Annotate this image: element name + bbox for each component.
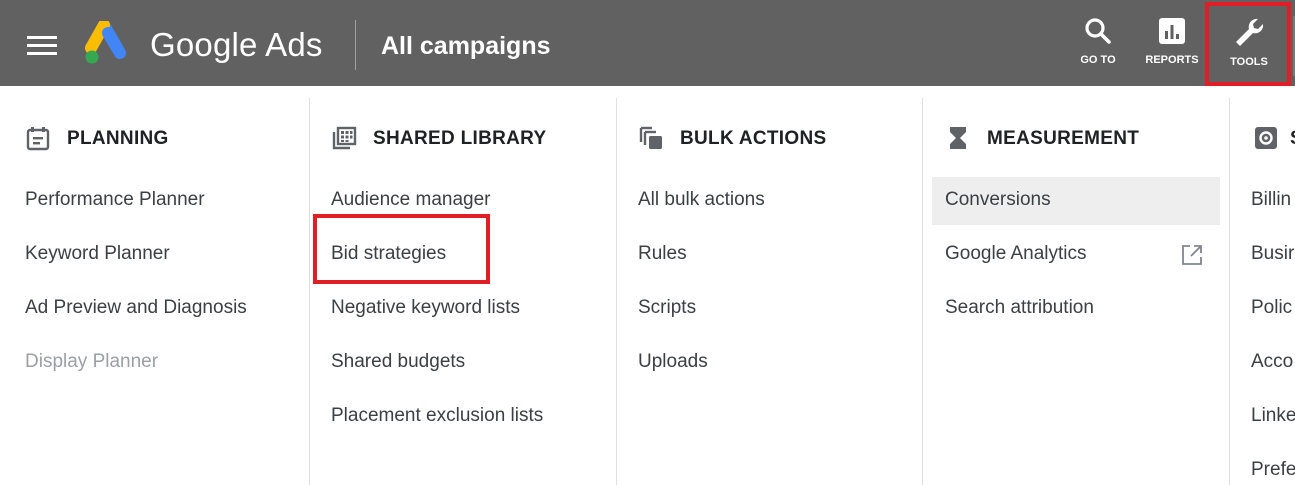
external-link-icon: [1182, 245, 1202, 265]
copy-stack-icon: [639, 126, 662, 149]
column-divider: [616, 98, 617, 485]
planning-title: PLANNING: [67, 128, 169, 149]
setup-column: S Billin Busir Polic Acco Linke Prefe: [1251, 86, 1295, 485]
top-app-bar: Google Ads All campaigns GO TO REPORTS T…: [0, 0, 1295, 86]
column-divider: [922, 98, 923, 485]
planning-column: PLANNING Performance Planner Keyword Pla…: [25, 86, 305, 485]
brand-divider: [355, 20, 356, 70]
calendar-note-icon: [26, 127, 50, 151]
hourglass-icon: [950, 127, 966, 149]
tools-highlight-box: [1205, 2, 1291, 86]
measurement-column: MEASUREMENT Conversions Google Analytics…: [932, 86, 1224, 485]
reports-button[interactable]: REPORTS: [1142, 16, 1202, 78]
shared-library-title: SHARED LIBRARY: [373, 128, 547, 149]
reports-label: REPORTS: [1145, 54, 1199, 66]
measurement-title: MEASUREMENT: [987, 128, 1140, 149]
bar-chart-icon: [1159, 18, 1185, 44]
library-grid-icon: [332, 126, 357, 150]
bulk-actions-column: BULK ACTIONS All bulk actions Rules Scri…: [638, 86, 918, 485]
search-icon: [1085, 18, 1111, 44]
gear-icon: [1255, 127, 1277, 149]
column-divider: [309, 98, 310, 485]
shared-library-column: SHARED LIBRARY Audience manager Bid stra…: [331, 86, 611, 485]
setup-title: S: [1290, 128, 1295, 150]
menu-icon[interactable]: [27, 36, 57, 58]
brand-name: Google Ads: [150, 26, 323, 63]
bid-strategies-highlight-box: [313, 214, 490, 284]
go-to-label: GO TO: [1080, 54, 1116, 66]
page-title: All campaigns: [381, 32, 551, 60]
bulk-actions-title: BULK ACTIONS: [680, 128, 827, 149]
go-to-button[interactable]: GO TO: [1068, 16, 1128, 78]
column-divider: [1229, 98, 1230, 485]
google-ads-logo-icon: [85, 21, 126, 64]
